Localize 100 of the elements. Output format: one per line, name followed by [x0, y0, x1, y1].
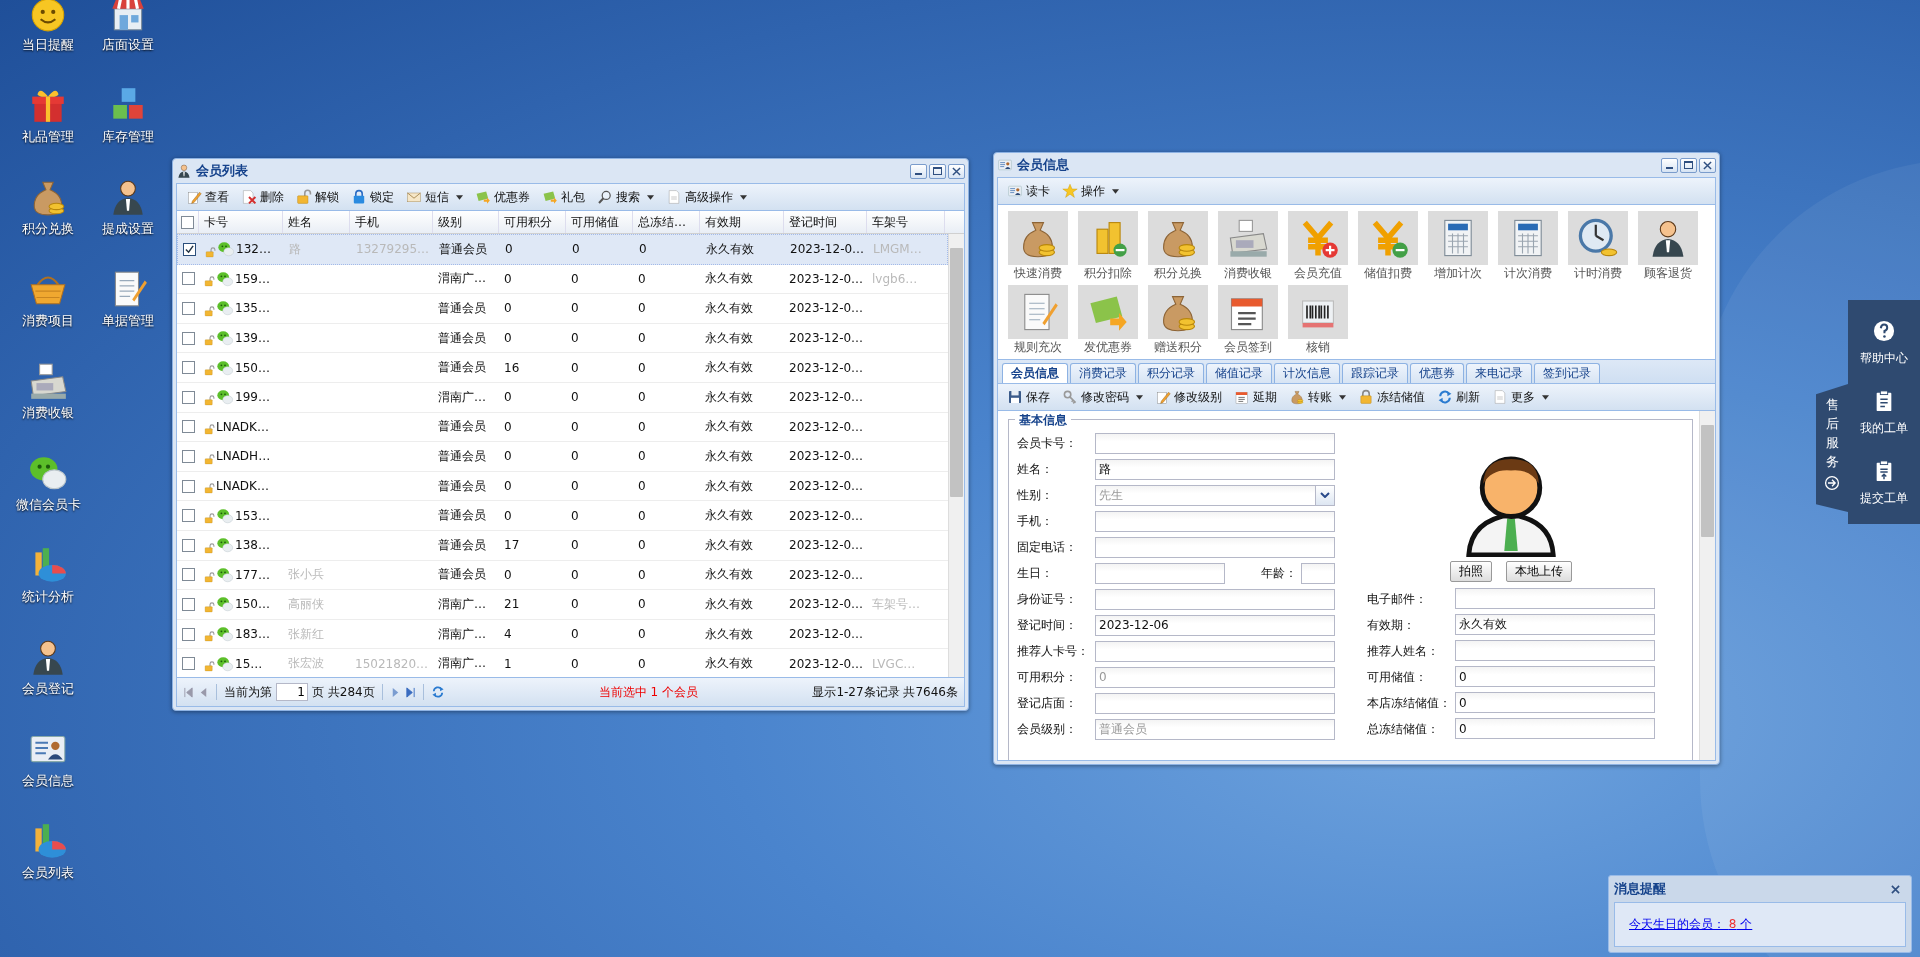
minimize-button[interactable] [1661, 157, 1678, 173]
desktop-shortcut[interactable]: 会员登记 [8, 636, 88, 728]
desktop-shortcut[interactable]: 会员信息 [8, 728, 88, 820]
toolbar-button[interactable]: 冻结储值 [1353, 386, 1430, 408]
tab[interactable]: 消费记录 [1070, 363, 1136, 383]
table-row[interactable]: LNADK… 普通会员 0 0 0 永久有效 2023-12-0… [177, 412, 948, 443]
checkbox[interactable] [181, 302, 195, 315]
input-field[interactable]: 永久有效 [1455, 614, 1655, 635]
checkbox[interactable] [181, 568, 195, 582]
first-page-icon[interactable] [183, 686, 194, 698]
desktop-shortcut[interactable]: 微信会员卡 [8, 452, 88, 544]
input-field[interactable] [1095, 536, 1335, 558]
column-header[interactable]: 手机 [350, 211, 433, 233]
checkbox[interactable] [181, 449, 195, 463]
service-link[interactable]: 帮助中心 [1848, 308, 1920, 378]
toolbar-button[interactable]: 礼包 [537, 186, 590, 208]
column-header[interactable]: 总冻结… [633, 211, 700, 233]
desktop-shortcut[interactable]: 库存管理 [88, 84, 168, 176]
table-row[interactable]: 183… 张新红 渭南广… 4 0 0 永久有效 2023-12-0… [177, 619, 948, 650]
checkbox[interactable] [181, 597, 195, 611]
column-header[interactable]: 可用积分 [499, 211, 566, 233]
column-header[interactable]: 登记时间 [784, 211, 867, 233]
toolbar-button[interactable]: 保存 [1002, 386, 1055, 408]
page-number-field[interactable]: 1 [276, 683, 308, 701]
toolbar-button[interactable]: 优惠券 [470, 186, 535, 208]
checkbox[interactable] [181, 657, 195, 671]
maximize-button[interactable] [929, 163, 946, 179]
desktop-shortcut[interactable]: 提成设置 [88, 176, 168, 268]
close-button[interactable] [948, 163, 965, 179]
checkbox[interactable] [182, 242, 196, 256]
table-row[interactable]: 138… 普通会员 17 0 0 永久有效 2023-12-0… [177, 530, 948, 561]
input-field[interactable] [1455, 588, 1655, 609]
input-field[interactable] [1095, 588, 1335, 610]
checkbox[interactable] [181, 479, 195, 493]
scrollbar[interactable] [1699, 411, 1715, 760]
desktop-shortcut[interactable]: 礼品管理 [8, 84, 88, 176]
toolbar-button[interactable]: 短信 [401, 186, 468, 208]
tab[interactable]: 积分记录 [1138, 363, 1204, 383]
maximize-button[interactable] [1680, 157, 1697, 173]
tab[interactable]: 来电记录 [1466, 363, 1532, 383]
desktop-shortcut[interactable]: 消费项目 [8, 268, 88, 360]
desktop-shortcut[interactable]: 店面设置 [88, 0, 168, 84]
checkbox[interactable] [181, 331, 195, 345]
toolbar-button[interactable]: 锁定 [346, 186, 399, 208]
toolbar-button[interactable]: 读卡 [1002, 180, 1055, 202]
toolbar-button[interactable]: 更多 [1487, 386, 1554, 408]
input-field[interactable] [1095, 432, 1335, 454]
scrollbar[interactable] [948, 234, 964, 677]
toolbar-button[interactable]: 删除 [236, 186, 289, 208]
close-button[interactable] [1699, 157, 1716, 173]
desktop-shortcut[interactable]: 积分兑换 [8, 176, 88, 268]
tab[interactable]: 计次信息 [1274, 363, 1340, 383]
column-header[interactable]: 姓名 [283, 211, 350, 233]
close-icon[interactable] [1891, 884, 1900, 894]
toolbar-button[interactable]: 解锁 [291, 186, 344, 208]
input-field[interactable] [1095, 692, 1335, 714]
input-field[interactable] [1301, 562, 1335, 584]
input-field[interactable]: 0 [1455, 692, 1655, 713]
toolbar-button[interactable]: 修改密码 [1057, 386, 1148, 408]
toolbar-button[interactable]: 刷新 [1432, 386, 1485, 408]
table-row[interactable]: LNADK… 普通会员 0 0 0 永久有效 2023-12-0… [177, 471, 948, 502]
tab[interactable]: 储值记录 [1206, 363, 1272, 383]
input-field[interactable]: 0 [1455, 718, 1655, 739]
toolbar-button[interactable]: 转账 [1284, 386, 1351, 408]
birthday-link[interactable]: 今天生日的会员： 8 个 [1629, 916, 1753, 933]
checkbox[interactable] [181, 215, 194, 229]
checkbox[interactable] [181, 538, 195, 552]
tab[interactable]: 跟踪记录 [1342, 363, 1408, 383]
desktop-shortcut[interactable]: 消费收银 [8, 360, 88, 452]
checkbox[interactable] [181, 509, 195, 523]
checkbox[interactable] [181, 272, 195, 286]
table-row[interactable]: 177… 张小兵 普通会员 0 0 0 永久有效 2023-12-0… [177, 560, 948, 591]
input-field[interactable]: 路 [1095, 458, 1335, 480]
table-row[interactable]: 139… 普通会员 0 0 0 永久有效 2023-12-0… [177, 323, 948, 354]
column-header[interactable]: 车架号 [867, 211, 945, 233]
tab[interactable]: 优惠券 [1410, 363, 1464, 383]
input-field[interactable]: 0 [1455, 666, 1655, 687]
column-header[interactable]: 卡号 [199, 211, 283, 233]
table-row[interactable]: 199… 渭南广… 0 0 0 永久有效 2023-12-0… [177, 382, 948, 413]
column-header[interactable]: 有效期 [700, 211, 784, 233]
checkbox[interactable] [181, 361, 195, 375]
input-field[interactable] [1455, 640, 1655, 661]
photo-button[interactable]: 本地上传 [1506, 561, 1572, 582]
table-row[interactable]: 153… 普通会员 0 0 0 永久有效 2023-12-0… [177, 501, 948, 531]
toolbar-button[interactable]: 延期 [1229, 386, 1282, 408]
input-field[interactable] [1095, 562, 1225, 584]
table-row[interactable]: 150… 高丽侠 渭南广… 21 0 0 永久有效 2023-12-0… 车架号… [177, 590, 948, 620]
desktop-shortcut[interactable]: 单据管理 [88, 268, 168, 360]
input-field[interactable]: 2023-12-06 [1095, 614, 1335, 636]
previous-page-icon[interactable] [198, 686, 209, 698]
desktop-shortcut[interactable]: 会员列表 [8, 820, 88, 912]
toolbar-button[interactable]: 操作 [1057, 180, 1124, 202]
toolbar-button[interactable]: 搜索 [592, 186, 659, 208]
toolbar-button[interactable]: 高级操作 [661, 186, 752, 208]
toolbar-button[interactable]: 修改级别 [1150, 386, 1227, 408]
input-field[interactable] [1095, 510, 1335, 532]
table-row[interactable]: LNADH… 普通会员 0 0 0 永久有效 2023-12-0… [177, 442, 948, 472]
column-header[interactable]: 级别 [433, 211, 499, 233]
input-field[interactable] [1095, 640, 1335, 662]
after-sales-tab[interactable]: 售后服务 [1816, 384, 1848, 512]
